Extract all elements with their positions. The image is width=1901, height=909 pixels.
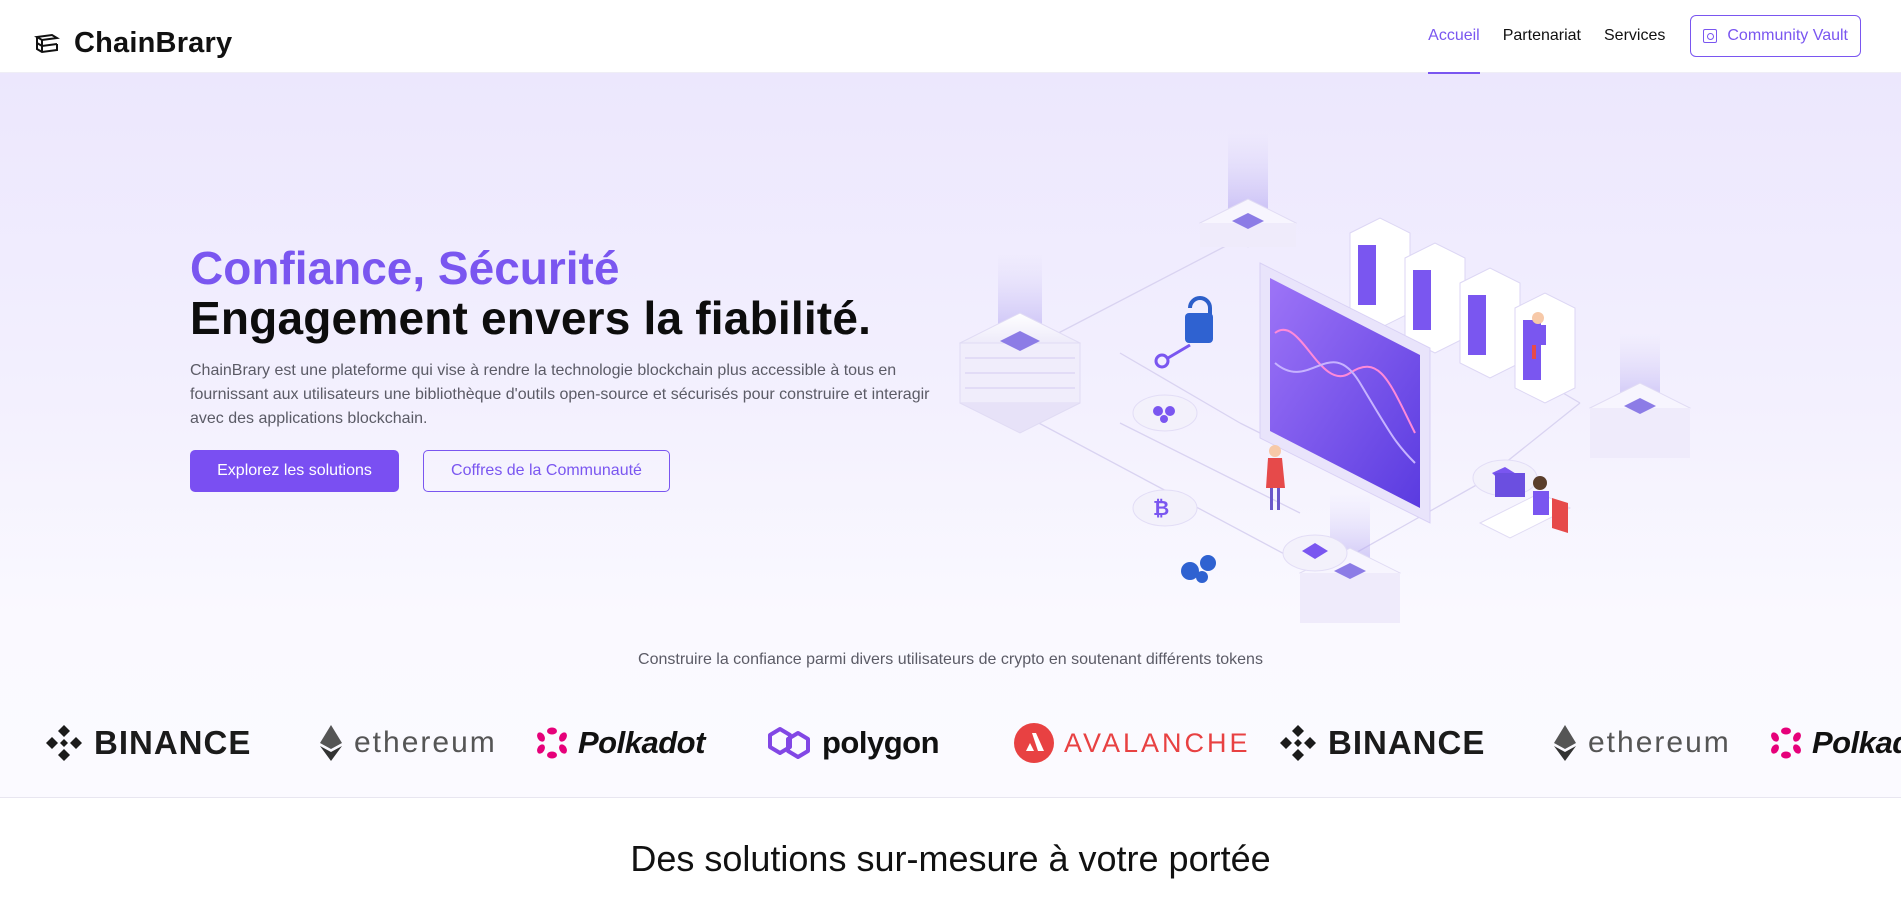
polygon-icon bbox=[768, 727, 810, 759]
polkadot-logo: Polkadot bbox=[1770, 713, 1901, 773]
binance-icon bbox=[1280, 725, 1316, 761]
polygon-logo: polygon bbox=[766, 713, 940, 773]
community-vaults-button[interactable]: Coffres de la Communauté bbox=[423, 450, 670, 492]
blockchain-isometric-illustration: ₿ bbox=[958, 133, 1692, 623]
ethereum-logo: ethereum bbox=[1552, 713, 1731, 773]
polkadot-label: Polkadot bbox=[1812, 725, 1901, 760]
avalanche-logo: AVALANCHE bbox=[1014, 713, 1251, 773]
nav-link-accueil[interactable]: Accueil bbox=[1428, 0, 1480, 74]
token-logos-carousel: BINANCE ethereum Polkadot polygon AVALAN… bbox=[0, 713, 1901, 773]
hero-section: Confiance, Sécurité Engagement envers la… bbox=[0, 73, 1901, 797]
polkadot-icon bbox=[1771, 727, 1801, 759]
explore-solutions-button[interactable]: Explorez les solutions bbox=[190, 450, 399, 492]
binance-label: BINANCE bbox=[94, 724, 252, 761]
hero-accent-title: Confiance, Sécurité bbox=[190, 242, 620, 294]
vault-icon bbox=[1703, 29, 1718, 43]
community-vault-label: Community Vault bbox=[1727, 27, 1848, 44]
navbar: ChainBrary Accueil Partenariat Services … bbox=[0, 0, 1901, 74]
community-vault-button[interactable]: Community Vault bbox=[1690, 15, 1861, 57]
ethereum-label: ethereum bbox=[354, 726, 497, 759]
lock-icon bbox=[1185, 296, 1213, 343]
binance-logo: BINANCE bbox=[44, 713, 251, 773]
tokens-tagline: Construire la confiance parmi divers uti… bbox=[638, 651, 1263, 668]
nav-link-services[interactable]: Services bbox=[1604, 0, 1665, 73]
brand-name: ChainBrary bbox=[74, 27, 233, 59]
section-divider bbox=[0, 797, 1901, 798]
brand[interactable]: ChainBrary bbox=[34, 27, 232, 60]
polkadot-icon bbox=[537, 727, 567, 759]
left-server-stack bbox=[958, 253, 1082, 434]
polygon-label: polygon bbox=[822, 725, 940, 760]
ethereum-icon bbox=[1554, 725, 1576, 761]
avalanche-icon bbox=[1014, 723, 1054, 763]
right-server-stack bbox=[1588, 333, 1692, 458]
gears-icon bbox=[1181, 555, 1216, 583]
polkadot-label: Polkadot bbox=[578, 725, 705, 760]
hero-headline: Confiance, Sécurité Engagement envers la… bbox=[190, 243, 871, 343]
binance-label: BINANCE bbox=[1328, 724, 1486, 761]
avalanche-label: AVALANCHE bbox=[1064, 727, 1251, 758]
nav-links: Accueil Partenariat Services Community V… bbox=[1428, 0, 1861, 74]
svg-text:₿: ₿ bbox=[1153, 496, 1169, 520]
ethereum-logo: ethereum bbox=[318, 713, 497, 773]
polkadot-logo: Polkadot bbox=[536, 713, 705, 773]
ethereum-icon bbox=[320, 725, 342, 761]
ethereum-label: ethereum bbox=[1588, 726, 1731, 759]
hero-description: ChainBrary est une plateforme qui vise à… bbox=[190, 362, 930, 427]
binance-logo: BINANCE bbox=[1278, 713, 1485, 773]
hero-main-title: Engagement envers la fiabilité. bbox=[190, 292, 872, 344]
solutions-title: Des solutions sur-mesure à votre portée bbox=[630, 838, 1271, 879]
top-server-stack bbox=[1198, 133, 1298, 248]
nav-link-partenariat[interactable]: Partenariat bbox=[1503, 0, 1581, 73]
key-icon bbox=[1154, 343, 1191, 369]
binance-icon bbox=[46, 725, 82, 761]
books-logo-icon bbox=[34, 33, 60, 53]
